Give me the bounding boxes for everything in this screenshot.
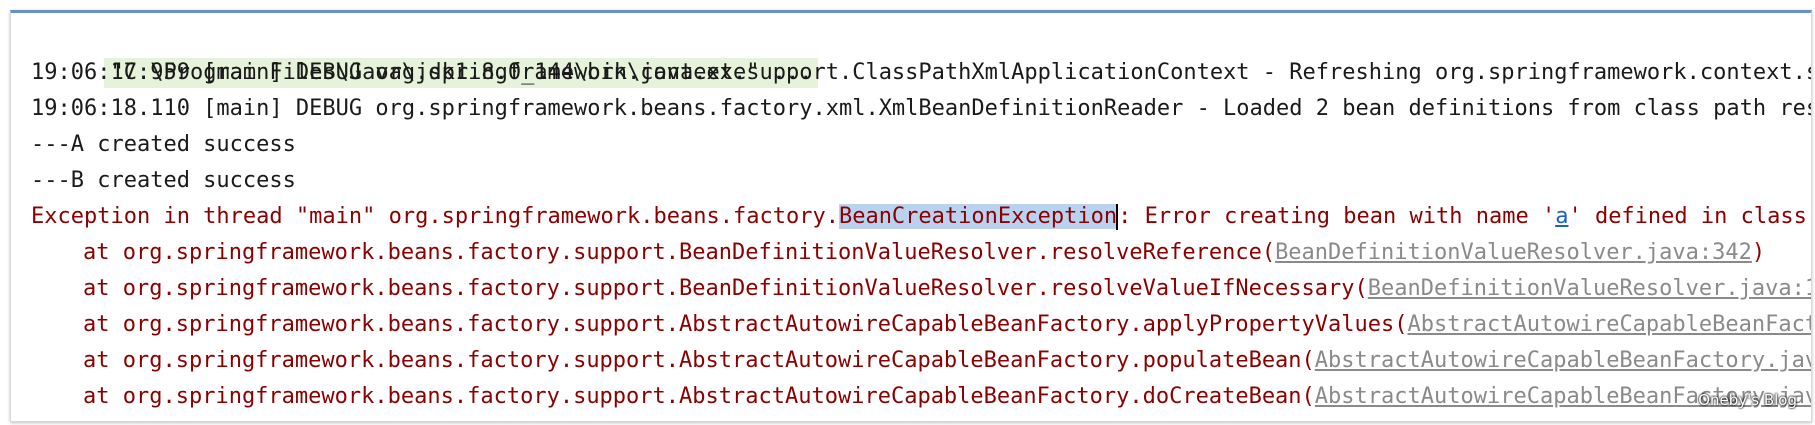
blog-watermark: Oneby's Blog	[1698, 391, 1797, 409]
stack-frame-tail: )	[1751, 240, 1766, 265]
stack-frame: at org.springframework.beans.factory.sup…	[31, 379, 1811, 415]
source-link[interactable]: BeanDefinitionValueResolver.java:342	[1275, 240, 1752, 265]
console-line-log: 19:06:17.959 [main] DEBUG org.springfram…	[31, 60, 1812, 85]
stack-frame: at org.springframework.beans.factory.sup…	[31, 307, 1811, 343]
stack-frame-method: at org.springframework.beans.factory.sup…	[83, 276, 1368, 301]
console-line-output: ---A created success	[31, 132, 296, 157]
exception-message: : Error creating bean with name '	[1118, 204, 1556, 229]
source-link[interactable]: AbstractAutowireCapableBeanFactory.java:	[1315, 348, 1811, 373]
exception-line: Exception in thread "main" org.springfra…	[31, 199, 1811, 235]
exception-suffix: ' defined in class pa	[1568, 204, 1807, 229]
stack-frame-method: at org.springframework.beans.factory.sup…	[83, 384, 1315, 409]
console-line-command: "C:\Program Files\Java\jdk1.8.0_144\bin\…	[31, 19, 1811, 88]
stack-frame-method: at org.springframework.beans.factory.sup…	[83, 348, 1315, 373]
source-link[interactable]: AbstractAutowireCapableBeanFactor	[1408, 312, 1811, 337]
console-panel: "C:\Program Files\Java\jdk1.8.0_144\bin\…	[10, 10, 1812, 422]
bean-name-link[interactable]: a	[1555, 204, 1568, 229]
active-tab-indicator	[11, 10, 221, 13]
console-output[interactable]: "C:\Program Files\Java\jdk1.8.0_144\bin\…	[31, 19, 1811, 415]
stack-frame: at org.springframework.beans.factory.sup…	[31, 235, 1811, 271]
stack-frame: at org.springframework.beans.factory.sup…	[31, 271, 1811, 307]
exception-prefix: Exception in thread "main" org.springfra…	[31, 204, 839, 229]
stack-frame: at org.springframework.beans.factory.sup…	[31, 343, 1811, 379]
source-link[interactable]: BeanDefinitionValueResolver.java:113	[1368, 276, 1811, 301]
exception-class-selection[interactable]: BeanCreationException	[838, 204, 1118, 229]
console-line-output: ---B created success	[31, 168, 296, 193]
console-line-log: 19:06:18.110 [main] DEBUG org.springfram…	[31, 96, 1812, 121]
stack-frame-method: at org.springframework.beans.factory.sup…	[83, 240, 1276, 265]
stack-frame-method: at org.springframework.beans.factory.sup…	[83, 312, 1408, 337]
